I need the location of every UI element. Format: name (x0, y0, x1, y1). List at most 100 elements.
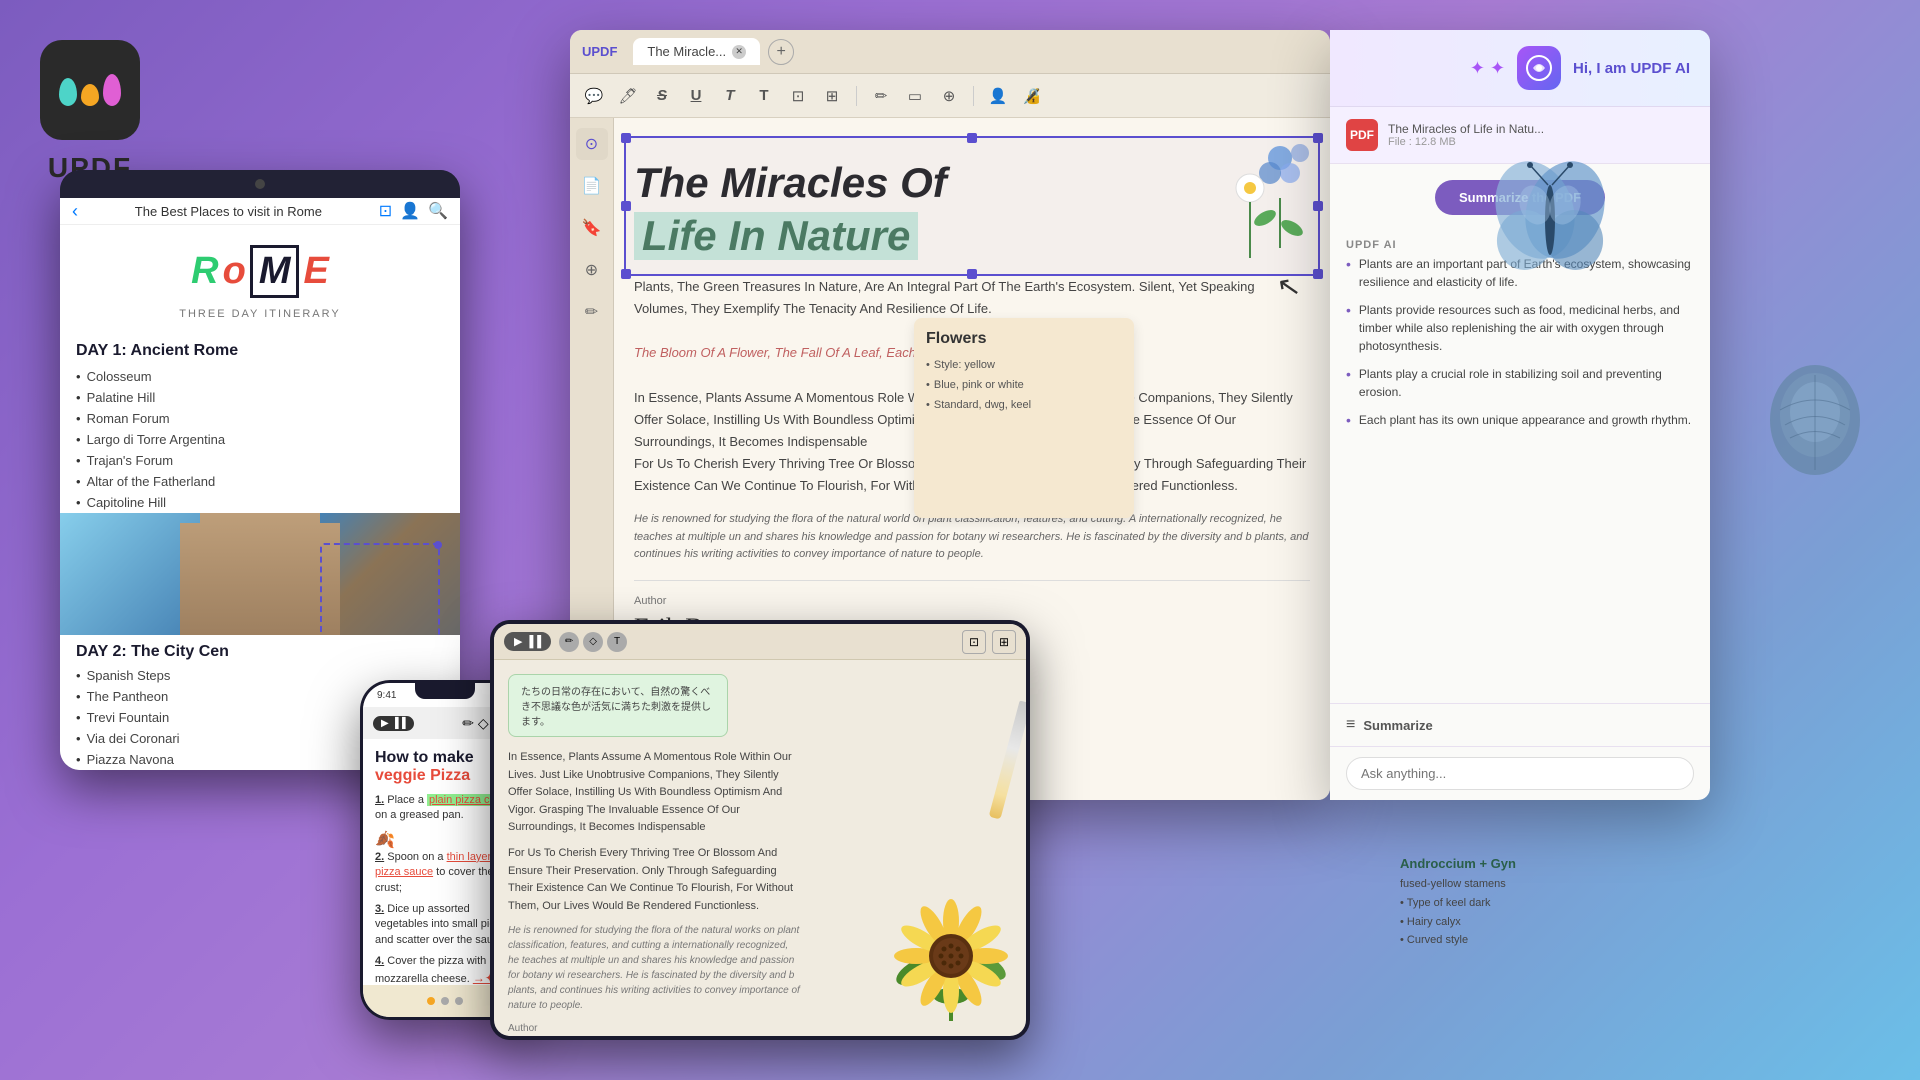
day1-item-5: Trajan's Forum (76, 450, 444, 471)
app-icon (40, 40, 140, 140)
doc-italic-text: He is renowned for studying the flora of… (634, 511, 1310, 564)
phone-notch (415, 683, 475, 699)
ai-icon-box (1517, 46, 1561, 90)
ipad-dot-3[interactable]: T (607, 632, 627, 652)
wave3 (103, 74, 121, 106)
toolbar-highlight-icon[interactable]: ✏ (867, 82, 895, 110)
doc-title-line2: Life In Nature (634, 212, 918, 260)
ai-file-row: PDF The Miracles of Life in Natu... File… (1330, 107, 1710, 164)
tab-title: The Miracle... (647, 44, 726, 59)
androc-item-3: • Hairy calyx (1400, 913, 1600, 932)
toolbar-user-icon[interactable]: 👤 (984, 82, 1012, 110)
logo-waves (59, 74, 121, 106)
pencil-stylus (989, 700, 1026, 819)
androc-item-4: • Curved style (1400, 931, 1600, 950)
tablet-image (60, 513, 460, 635)
day1-item-6: Altar of the Fatherland (76, 471, 444, 492)
ai-greeting-text: Hi, I am UPDF AI (1573, 60, 1690, 77)
doc-body-para1: Plants, The Green Treasures In Nature, A… (634, 276, 1310, 320)
wave1 (59, 78, 77, 106)
carousel-dot-2 (441, 997, 449, 1005)
flowers-info-panel: Flowers Style: yellow Blue, pink or whit… (914, 318, 1134, 518)
ai-panel-header: ✦ ✦ Hi, I am UPDF AI (1330, 30, 1710, 107)
recipe-title-highlight: veggie Pizza (375, 767, 470, 784)
ipad-dot-1[interactable]: ✏ (559, 632, 579, 652)
day1-section: DAY 1: Ancient Rome Colosseum Palatine H… (60, 336, 460, 513)
handle-right-mid[interactable] (1313, 201, 1323, 211)
sidebar-pages-icon[interactable]: 📄 (576, 170, 608, 202)
pdf-tab[interactable]: The Miracle... ✕ (633, 38, 760, 65)
ipad-author-label: Author (508, 1023, 800, 1034)
nav-person-icon[interactable]: 👤 (400, 201, 420, 221)
wave2 (81, 84, 99, 106)
ipad-toolbar: ▶ ▐▐ ✏ ◇ T ⊡ ⊞ (494, 624, 1026, 660)
handle-bottom-right[interactable] (1313, 269, 1323, 279)
toolbar-pen-icon[interactable]: 🖊 (614, 82, 642, 110)
ai-summarize-section-label: Summarize (1363, 718, 1432, 733)
toolbar-separator (856, 86, 857, 106)
ai-summarize-section: ≡ Summarize (1330, 703, 1710, 746)
japanese-text: たちの日常の存在において、自然の驚くべき不思議な色が活気に満ちた刺激を提供します… (521, 687, 711, 728)
ai-stars-icon: ✦ ✦ (1470, 58, 1505, 79)
author-label: Author (634, 595, 666, 607)
day1-item-1: Colosseum (76, 366, 444, 387)
new-tab-button[interactable]: + (768, 39, 794, 65)
handle-top-right[interactable] (1313, 133, 1323, 143)
tab-close-button[interactable]: ✕ (732, 45, 746, 59)
nav-back-icon[interactable]: ‹ (72, 201, 78, 222)
toolbar-grid-icon[interactable]: ⊞ (818, 82, 846, 110)
toolbar-text2-icon[interactable]: T (750, 82, 778, 110)
sidebar-layers-icon[interactable]: ⊕ (576, 254, 608, 286)
nav-search-icon[interactable]: 🔍 (428, 201, 448, 221)
phone-pen-icon[interactable]: ✏ (462, 715, 474, 732)
doc-visual-title: R o M E THREE DAY ITINERARY (60, 225, 460, 336)
ai-ask-input[interactable] (1346, 757, 1694, 790)
dashed-handle-tr[interactable] (434, 541, 442, 549)
doc-title-line1: The Miracles Of (634, 160, 1310, 206)
summarize-pdf-button[interactable]: Summarize the PDF (1435, 180, 1605, 215)
androc-title: Androccium + Gyn (1400, 853, 1600, 875)
toolbar-underline-icon[interactable]: U (682, 82, 710, 110)
ipad-body-text2: For Us To Cherish Every Thriving Tree Or… (508, 845, 800, 915)
ai-input-row (1330, 746, 1710, 800)
ipad-play-button[interactable]: ▶ ▐▐ (504, 632, 551, 651)
ipad-inner: ▶ ▐▐ ✏ ◇ T ⊡ ⊞ たちの日常の存在において、自然の驚くべき不思議な色… (494, 624, 1026, 1036)
flower-item-3: Standard, dwg, keel (926, 396, 1122, 416)
ai-bullet-2: Plants provide resources such as food, m… (1346, 301, 1694, 355)
sidebar-edit-icon[interactable]: ✏ (576, 296, 608, 328)
rome-letters: R o M E (76, 245, 444, 298)
toolbar-strikethrough-icon[interactable]: S (648, 82, 676, 110)
ipad-icon-1[interactable]: ⊡ (962, 630, 986, 654)
rome-letter-O: o (223, 250, 246, 293)
handle-left-mid[interactable] (621, 201, 631, 211)
sidebar-bookmark-icon[interactable]: 🔖 (576, 212, 608, 244)
ipad-italic-text: He is renowned for studying the flora of… (508, 923, 800, 1013)
phone-shape-icon[interactable]: ◇ (478, 715, 489, 732)
sidebar-home-icon[interactable]: ⊙ (576, 128, 608, 160)
toolbar-stamp-icon[interactable]: 🔏 (1018, 82, 1046, 110)
phone-play-button[interactable]: ▶ ▐▐ (373, 716, 414, 731)
ipad-icon-2[interactable]: ⊞ (992, 630, 1016, 654)
ipad-body-text1: In Essence, Plants Assume A Momentous Ro… (508, 749, 800, 837)
shell-illustration (1765, 360, 1865, 485)
toolbar-textbox-icon[interactable]: ⊡ (784, 82, 812, 110)
carousel-dot-3 (455, 997, 463, 1005)
japanese-text-bubble: たちの日常の存在において、自然の驚くべき不思議な色が活気に満ちた刺激を提供します… (508, 674, 728, 737)
ai-file-info: The Miracles of Life in Natu... File : 1… (1388, 122, 1544, 148)
toolbar-rect-icon[interactable]: ⊕ (935, 82, 963, 110)
ai-bullet-4: Each plant has its own unique appearance… (1346, 411, 1694, 431)
toolbar-text-icon[interactable]: T (716, 82, 744, 110)
nav-copy-icon[interactable]: ⊡ (379, 201, 392, 221)
ipad-device: ▶ ▐▐ ✏ ◇ T ⊡ ⊞ たちの日常の存在において、自然の驚くべき不思議な色… (490, 620, 1030, 1040)
ipad-content: たちの日常の存在において、自然の驚くべき不思議な色が活気に満ちた刺激を提供します… (494, 660, 1026, 1036)
updf-logo-small: UPDF (582, 44, 617, 59)
tablet-nav: ‹ The Best Places to visit in Rome ⊡ 👤 🔍 (60, 198, 460, 225)
toolbar-comment-icon[interactable]: 💬 (580, 82, 608, 110)
ipad-dot-2[interactable]: ◇ (583, 632, 603, 652)
toolbar-shape-icon[interactable]: ▭ (901, 82, 929, 110)
handle-top-left[interactable] (621, 133, 631, 143)
day1-item-2: Palatine Hill (76, 387, 444, 408)
flowers-panel-title: Flowers (926, 330, 1122, 348)
tablet-top-bar (60, 170, 460, 198)
handle-bottom-left[interactable] (621, 269, 631, 279)
